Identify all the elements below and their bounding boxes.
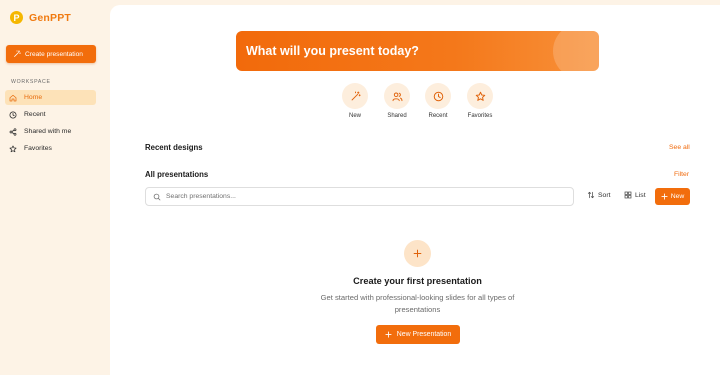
magic-wand-icon <box>351 91 361 100</box>
sidebar-item-label: Home <box>24 94 43 101</box>
main-panel: What will you present today? New Shared … <box>110 5 720 375</box>
clock-icon <box>9 111 17 118</box>
magic-wand-icon <box>14 50 21 57</box>
all-presentations-title: All presentations <box>145 170 209 179</box>
quick-action-label: New <box>348 113 361 119</box>
quick-action-circle <box>467 83 493 109</box>
quick-action-shared[interactable]: Shared <box>377 83 417 119</box>
recent-designs-title: Recent designs <box>145 143 203 152</box>
sidebar-nav: Home Recent Shared with me Favorites <box>5 90 96 158</box>
plus-icon <box>661 193 668 200</box>
sidebar-item-label: Favorites <box>24 145 52 152</box>
home-icon <box>9 94 17 101</box>
quick-action-label: Recent <box>428 113 448 119</box>
quick-action-circle <box>425 83 451 109</box>
quick-action-label: Shared <box>387 113 407 119</box>
search-input[interactable] <box>166 193 546 200</box>
search-icon <box>153 193 161 200</box>
quick-action-recent[interactable]: Recent <box>418 83 458 119</box>
clock-icon <box>433 91 443 101</box>
hero-banner: What will you present today? <box>236 31 599 71</box>
sort-label: Sort <box>598 191 611 199</box>
new-button-label: New <box>670 193 685 200</box>
plus-icon <box>385 331 392 338</box>
sidebar-item-label: Recent <box>24 111 46 118</box>
logo-icon: P <box>10 11 23 24</box>
quick-action-new[interactable]: New <box>335 83 375 119</box>
sidebar: P GenPPT Create presentation WORKSPACE H… <box>0 0 108 375</box>
quick-action-circle <box>384 83 410 109</box>
quick-action-label: Favorites <box>467 113 493 119</box>
quick-action-favorites[interactable]: Favorites <box>460 83 500 119</box>
new-button[interactable]: New <box>655 188 690 205</box>
list-view-button[interactable]: List <box>624 191 646 199</box>
new-presentation-button[interactable]: New Presentation <box>376 325 460 344</box>
empty-state-add[interactable] <box>404 240 431 267</box>
brand-name: GenPPT <box>29 11 72 24</box>
list-label: List <box>635 191 646 199</box>
brand[interactable]: P GenPPT <box>10 11 71 24</box>
quick-action-circle <box>342 83 368 109</box>
grid-icon <box>624 191 632 199</box>
hero-title: What will you present today? <box>246 44 419 58</box>
new-presentation-label: New Presentation <box>396 331 452 338</box>
hero-decoration <box>553 31 599 71</box>
sidebar-item-shared[interactable]: Shared with me <box>5 124 96 139</box>
sidebar-item-home[interactable]: Home <box>5 90 96 105</box>
star-icon <box>475 91 485 101</box>
sidebar-item-recent[interactable]: Recent <box>5 107 96 122</box>
sidebar-item-label: Shared with me <box>24 128 72 135</box>
empty-state-title: Create your first presentation <box>353 276 482 286</box>
share-icon <box>9 127 17 136</box>
plus-icon <box>413 249 422 258</box>
create-presentation-button[interactable]: Create presentation <box>6 45 96 63</box>
workspace-section-label: WORKSPACE <box>11 79 51 85</box>
star-icon <box>9 145 17 152</box>
filter-link[interactable]: Filter <box>674 171 689 178</box>
users-icon <box>392 92 402 101</box>
search-box[interactable] <box>145 187 574 206</box>
sort-icon <box>587 191 595 199</box>
sidebar-item-favorites[interactable]: Favorites <box>5 141 96 156</box>
create-presentation-label: Create presentation <box>25 50 83 58</box>
sort-button[interactable]: Sort <box>587 191 610 199</box>
empty-state-description: Get started with professional-looking sl… <box>320 293 515 314</box>
see-all-link[interactable]: See all <box>669 144 690 151</box>
